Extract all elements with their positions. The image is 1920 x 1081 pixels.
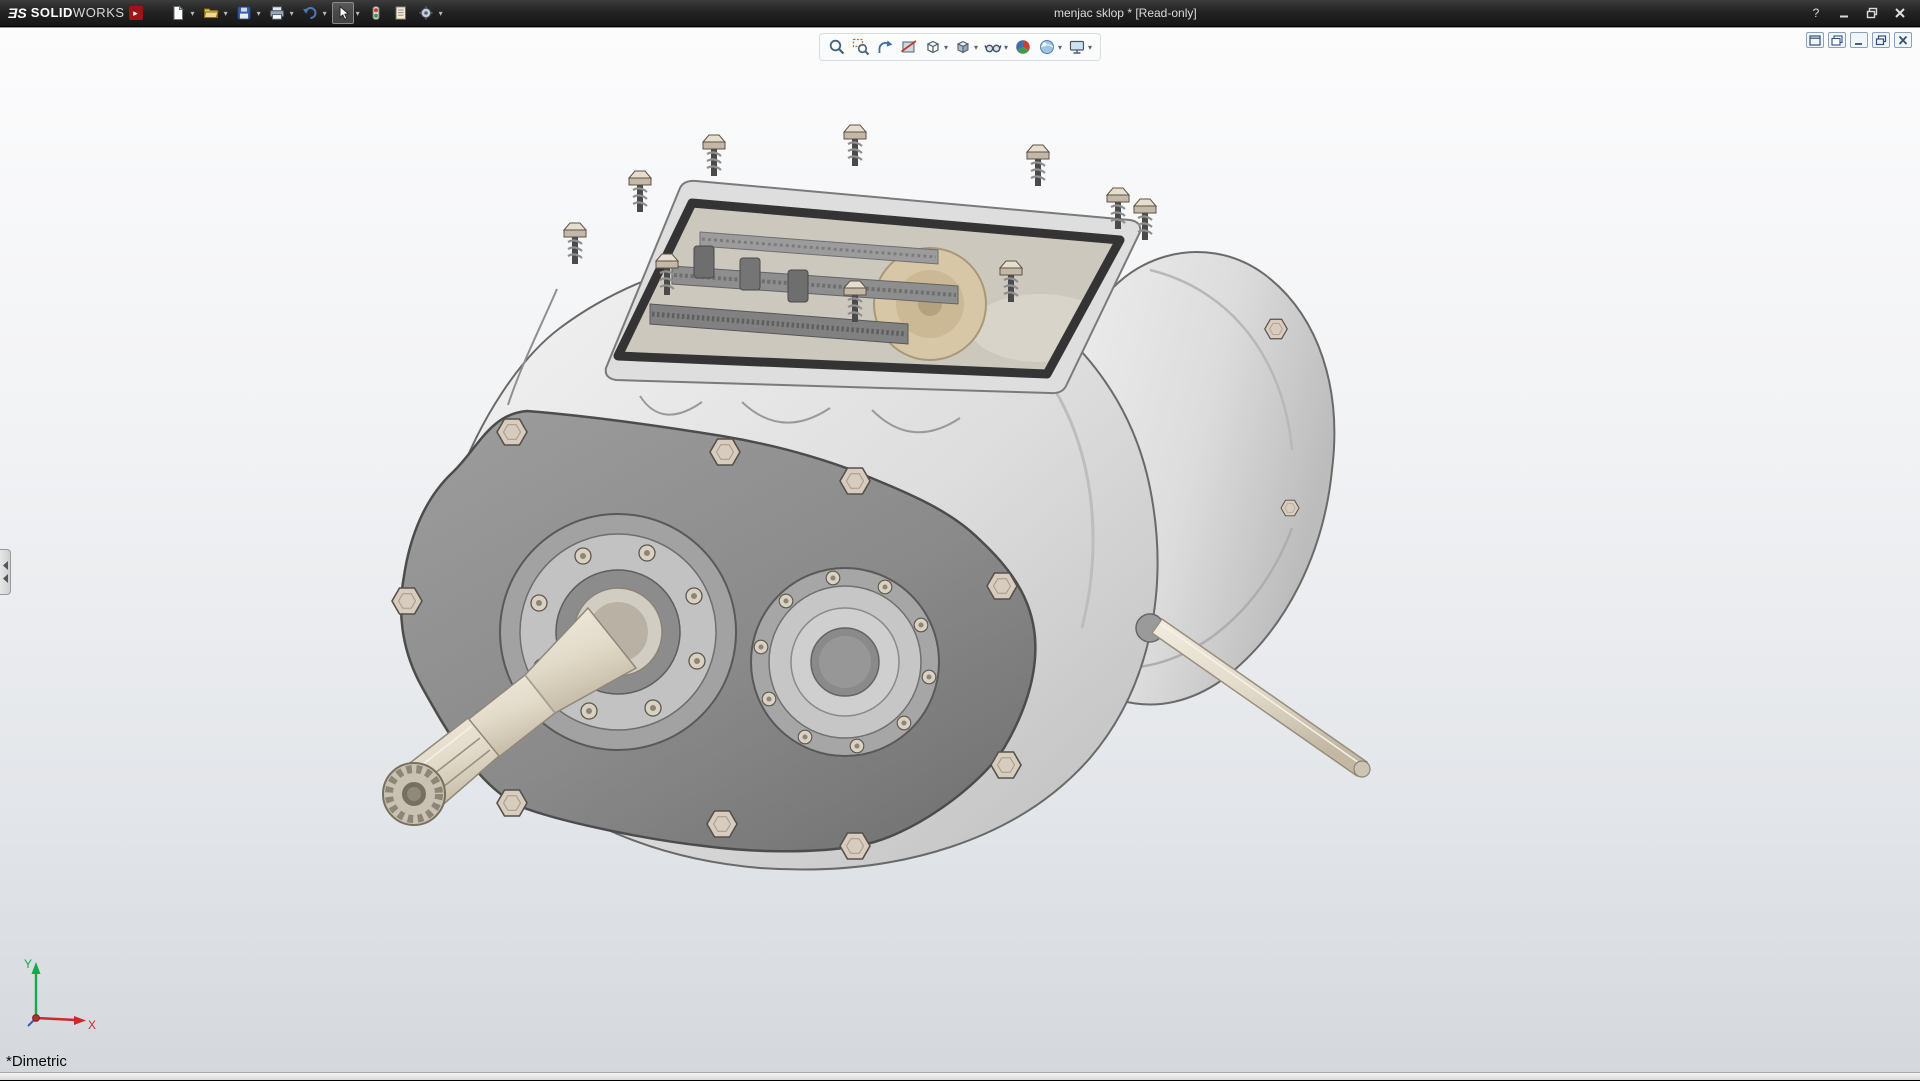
- view-settings-button[interactable]: [1066, 36, 1088, 58]
- document-window-controls: [1806, 32, 1912, 48]
- minimize-icon: [1838, 7, 1850, 19]
- graphics-area[interactable]: ▾ ▾ ▾: [0, 27, 1920, 1080]
- solidworks-logo: ƎS SOLIDWORKS ▸: [0, 4, 153, 22]
- view-orientation-button[interactable]: [922, 36, 944, 58]
- title-bar: ƎS SOLIDWORKS ▸ ▾ ▾ ▾: [0, 0, 1920, 27]
- section-view-icon: [900, 38, 918, 56]
- hide-show-items-caret-icon[interactable]: ▾: [1004, 43, 1008, 52]
- options-caret-icon[interactable]: ▾: [439, 9, 443, 18]
- open-document-caret-icon[interactable]: ▾: [224, 9, 228, 18]
- hide-show-glasses-icon: [984, 38, 1002, 56]
- print-caret-icon[interactable]: ▾: [290, 9, 294, 18]
- apply-scene-button[interactable]: [1036, 36, 1058, 58]
- zoom-to-area-icon: [852, 38, 870, 56]
- apply-scene-caret-icon[interactable]: ▾: [1058, 43, 1062, 52]
- tile-window-icon: [1809, 35, 1821, 46]
- view-orientation-label: *Dimetric: [6, 1053, 67, 1070]
- open-document-button[interactable]: [200, 2, 222, 24]
- triad-x-arrowhead: [74, 1016, 86, 1025]
- zoom-to-fit-button[interactable]: [826, 36, 848, 58]
- restore-icon: [1866, 7, 1878, 19]
- restore-document-icon: [1875, 35, 1887, 46]
- solidworks-logo-mark: ƎS: [8, 5, 27, 21]
- display-style-button[interactable]: [952, 36, 974, 58]
- options-button[interactable]: [415, 2, 437, 24]
- display-style-cube-icon: [954, 38, 972, 56]
- save-caret-icon[interactable]: ▾: [257, 9, 261, 18]
- zoom-to-fit-icon: [828, 38, 846, 56]
- save-floppy-icon: [236, 5, 252, 21]
- minimize-document-icon: [1853, 35, 1865, 46]
- file-properties-button[interactable]: [390, 2, 412, 24]
- orientation-triad: Y X: [20, 956, 104, 1034]
- status-bar: [0, 1072, 1920, 1080]
- view-orientation-cube-icon: [924, 38, 942, 56]
- view-settings-monitor-icon: [1068, 38, 1086, 56]
- file-properties-icon: [393, 5, 409, 21]
- main-toolbar: ▾ ▾ ▾ ▾ ▾: [153, 2, 445, 24]
- section-view-button[interactable]: [898, 36, 920, 58]
- featuremanager-flyout-tab[interactable]: [0, 549, 11, 595]
- window-controls: ?: [1806, 4, 1920, 22]
- edit-appearance-ball-icon: [1014, 38, 1032, 56]
- close-button[interactable]: [1890, 4, 1910, 22]
- triad-y-label: Y: [24, 957, 32, 971]
- help-button[interactable]: ?: [1806, 4, 1826, 22]
- cascade-window-button[interactable]: [1828, 32, 1846, 48]
- select-cursor-icon: [335, 5, 351, 21]
- select-button[interactable]: [332, 2, 354, 24]
- previous-view-icon: [876, 38, 894, 56]
- display-style-caret-icon[interactable]: ▾: [974, 43, 978, 52]
- view-settings-caret-icon[interactable]: ▾: [1088, 43, 1092, 52]
- options-gear-icon: [418, 5, 434, 21]
- view-orientation-caret-icon[interactable]: ▾: [944, 43, 948, 52]
- triad-y-arrowhead: [32, 962, 41, 974]
- print-button[interactable]: [266, 2, 288, 24]
- select-caret-icon[interactable]: ▾: [356, 9, 360, 18]
- gearbox-3d-model[interactable]: [0, 28, 1920, 1081]
- heads-up-toolbar: ▾ ▾ ▾: [819, 33, 1101, 61]
- edit-appearance-button[interactable]: [1012, 36, 1034, 58]
- menu-expand-arrow-icon[interactable]: ▸: [129, 6, 143, 20]
- restore-document-button[interactable]: [1872, 32, 1890, 48]
- undo-button[interactable]: [299, 2, 321, 24]
- open-folder-icon: [203, 5, 219, 21]
- cascade-window-icon: [1831, 35, 1843, 46]
- undo-arrow-icon: [302, 5, 318, 21]
- new-document-button[interactable]: [167, 2, 189, 24]
- close-icon: [1894, 7, 1906, 19]
- close-document-button[interactable]: [1894, 32, 1912, 48]
- minimize-document-button[interactable]: [1850, 32, 1868, 48]
- rebuild-button[interactable]: [365, 2, 387, 24]
- print-icon: [269, 5, 285, 21]
- previous-view-button[interactable]: [874, 36, 896, 58]
- solidworks-logo-text: SOLIDWORKS: [31, 4, 125, 22]
- apply-scene-sphere-icon: [1038, 38, 1056, 56]
- window-title: menjac sklop * [Read-only]: [445, 6, 1806, 20]
- new-document-icon: [170, 5, 186, 21]
- tile-window-button[interactable]: [1806, 32, 1824, 48]
- close-document-icon: [1897, 35, 1909, 46]
- hide-show-items-button[interactable]: [982, 36, 1004, 58]
- save-button[interactable]: [233, 2, 255, 24]
- output-bearing-cover[interactable]: [751, 568, 939, 756]
- new-document-caret-icon[interactable]: ▾: [191, 9, 195, 18]
- flyout-chevrons-icon: [2, 559, 9, 585]
- minimize-button[interactable]: [1834, 4, 1854, 22]
- restore-button[interactable]: [1862, 4, 1882, 22]
- triad-x-label: X: [88, 1018, 96, 1032]
- zoom-to-area-button[interactable]: [850, 36, 872, 58]
- rebuild-traffic-light-icon: [368, 5, 384, 21]
- undo-caret-icon[interactable]: ▾: [323, 9, 327, 18]
